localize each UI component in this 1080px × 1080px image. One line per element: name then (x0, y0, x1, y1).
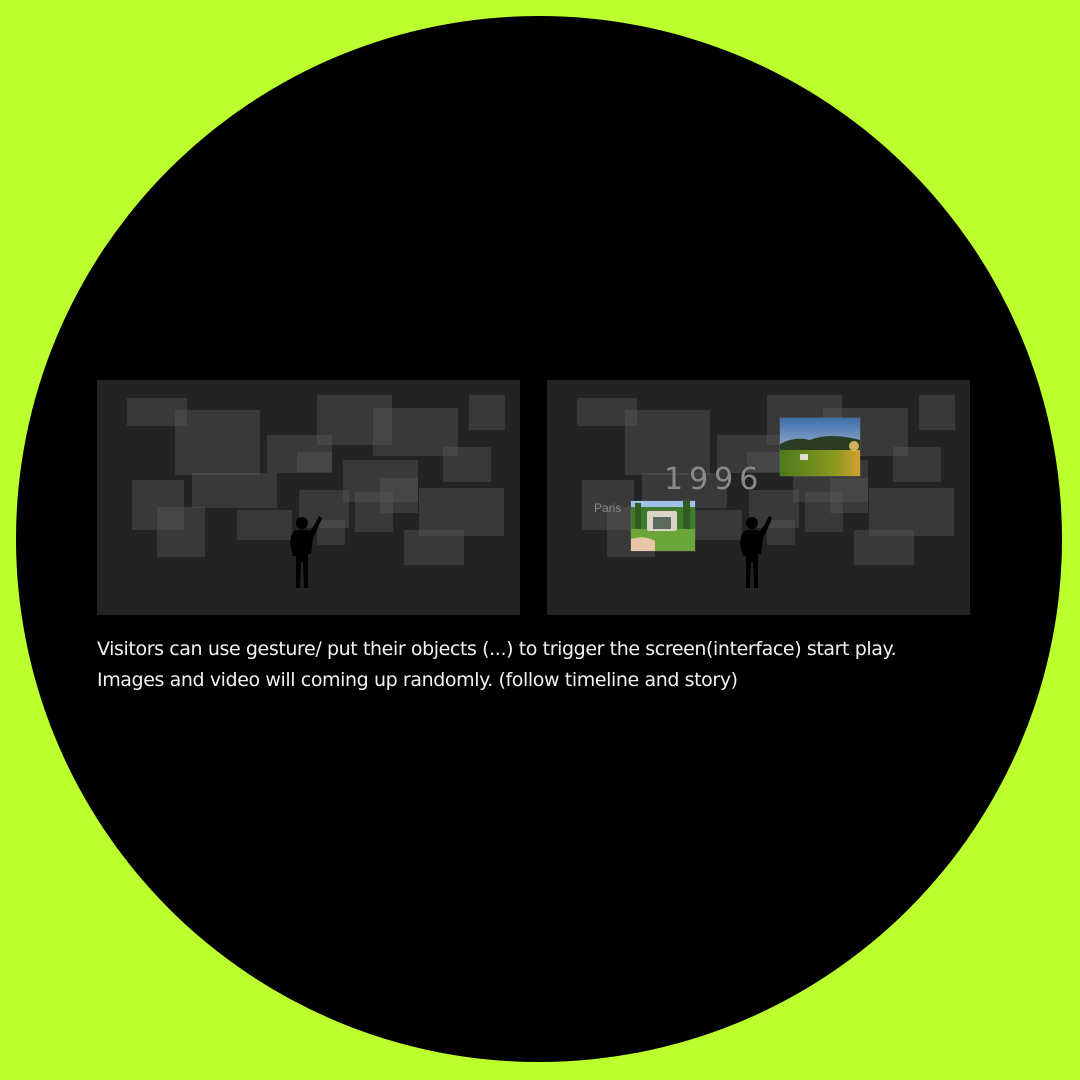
background-tile (175, 410, 260, 475)
background-tile (443, 447, 491, 482)
description-caption: Visitors can use gesture/ put their obje… (97, 634, 1027, 696)
background-tile (869, 488, 954, 536)
background-tile (687, 510, 742, 540)
background-tile (297, 452, 332, 472)
left-screen-panel (97, 380, 520, 615)
caption-line-1: Visitors can use gesture/ put their obje… (97, 638, 897, 660)
background-tile (469, 395, 505, 430)
landscape-photo (780, 418, 860, 476)
background-tile (237, 510, 292, 540)
right-screen-panel: 1996 Paris (547, 380, 970, 615)
background-tile (830, 478, 868, 513)
background-tile (192, 473, 277, 508)
city-label: Paris (594, 501, 622, 515)
person-silhouette-icon (740, 516, 772, 588)
person-silhouette-icon (290, 516, 322, 588)
background-tile (157, 507, 205, 557)
background-tile (919, 395, 955, 430)
background-tile (893, 447, 941, 482)
garden-photo (631, 501, 695, 551)
background-tile (419, 488, 504, 536)
year-label: 1996 (664, 462, 765, 497)
background-tile (404, 530, 464, 565)
background-tile (380, 478, 418, 513)
background-tile (854, 530, 914, 565)
caption-line-2: Images and video will coming up randomly… (97, 669, 738, 691)
